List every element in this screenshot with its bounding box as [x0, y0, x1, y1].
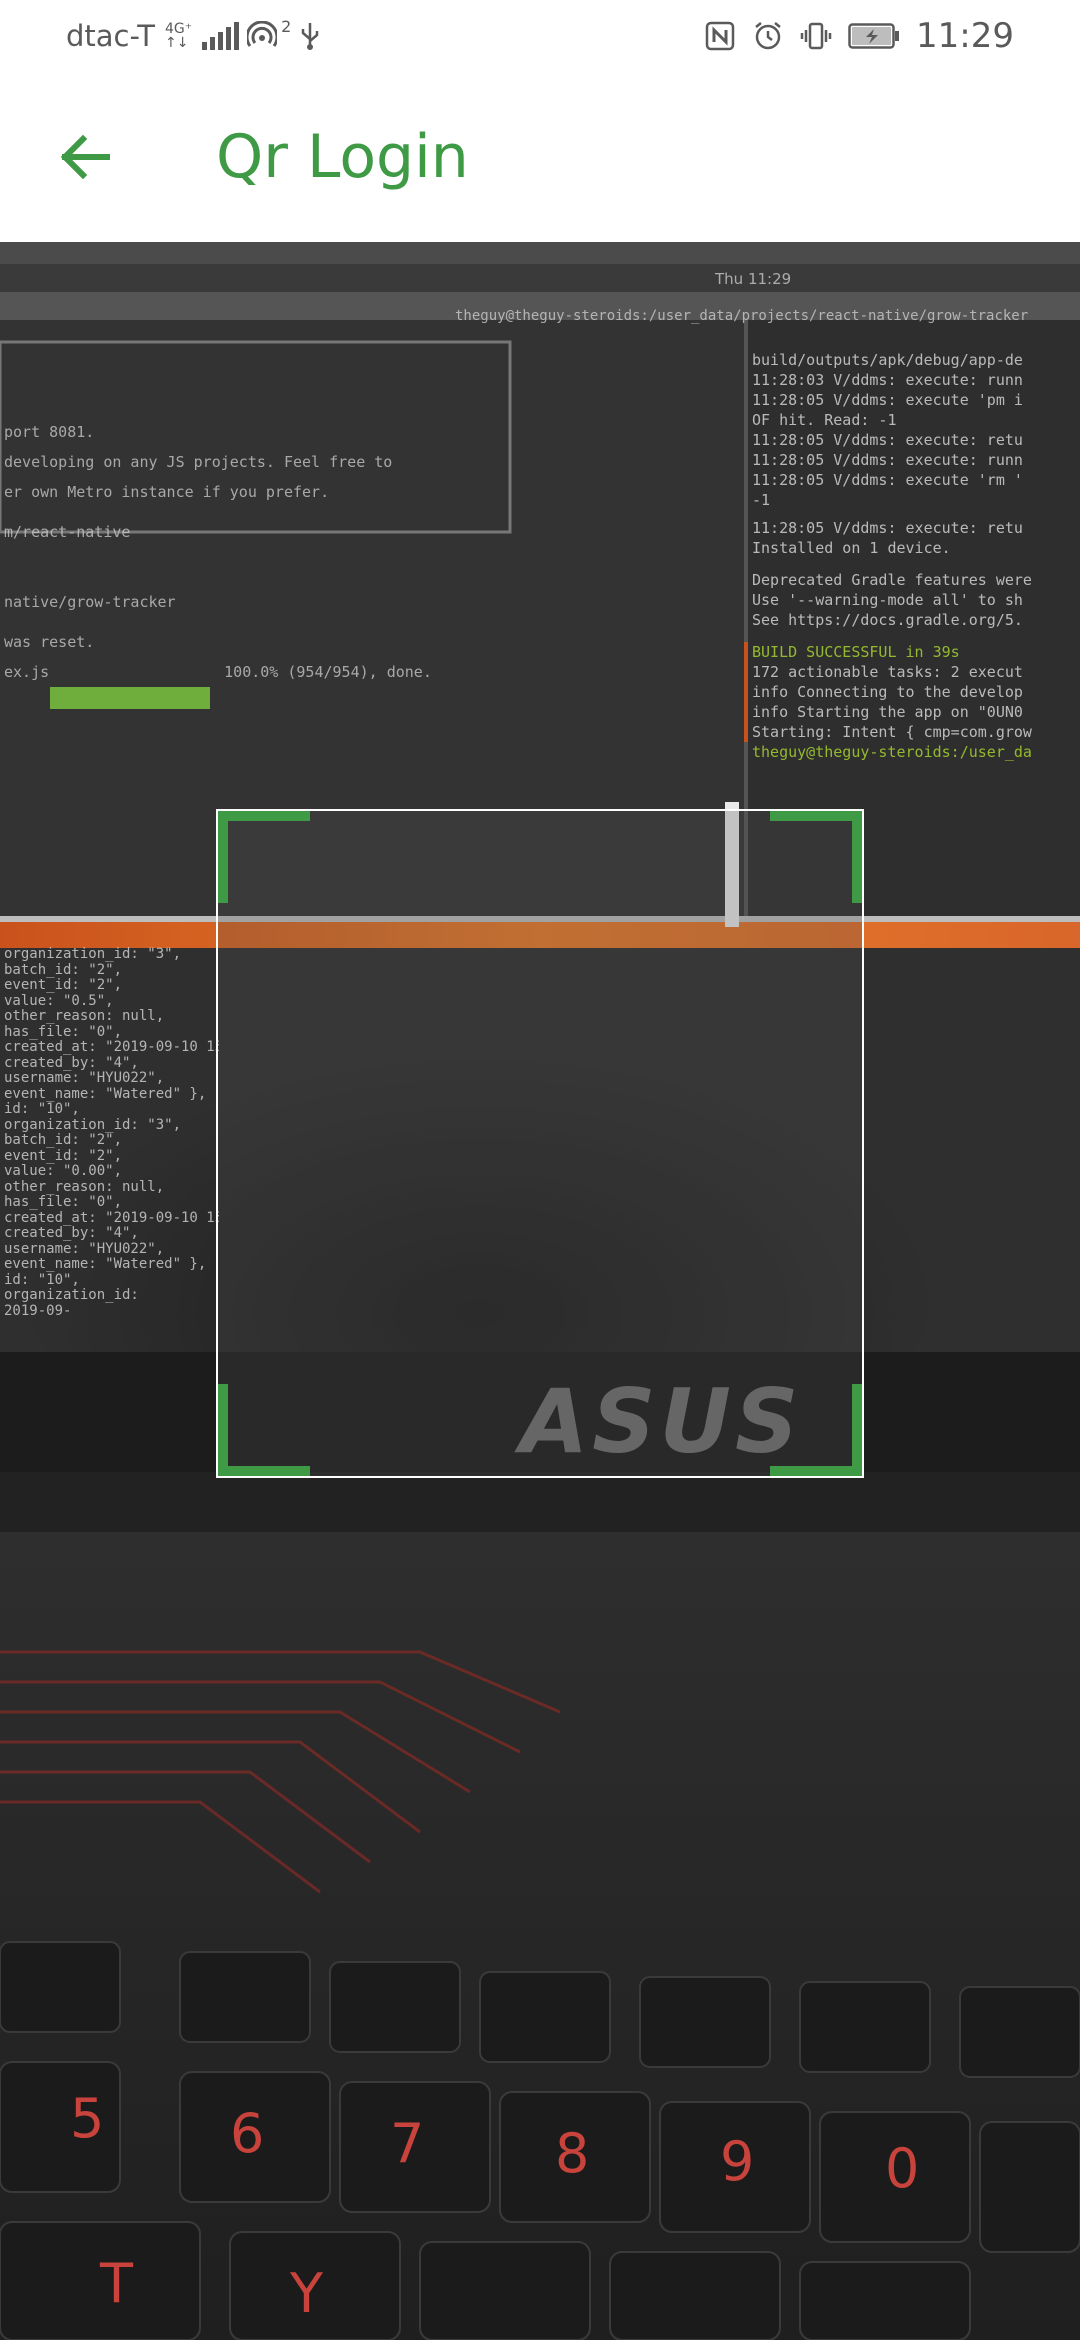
network-type: 4G⁺ ↑↓	[165, 21, 193, 51]
nfc-icon	[705, 21, 735, 51]
hotspot-count: 2	[281, 16, 292, 36]
scan-corner-top-right	[770, 811, 862, 903]
status-bar: dtac-T 4G⁺ ↑↓ 2 11:29	[0, 0, 1080, 72]
status-left: dtac-T 4G⁺ ↑↓ 2	[66, 14, 321, 58]
scan-corner-top-left	[218, 811, 310, 903]
signal-icon	[202, 22, 240, 50]
page-title: Qr Login	[216, 122, 469, 192]
carrier-name: dtac-T	[66, 19, 156, 53]
usb-icon	[302, 23, 319, 50]
arrow-left-icon[interactable]	[57, 129, 113, 185]
status-right: 11:29	[704, 14, 1014, 58]
back-button[interactable]	[46, 118, 124, 196]
scan-corner-bottom-right	[770, 1384, 862, 1476]
wifi-hotspot-icon	[247, 21, 278, 47]
qr-scan-frame	[216, 809, 864, 1478]
vibrate-icon	[800, 22, 832, 50]
battery-charging-icon	[848, 23, 900, 49]
app-bar: Qr Login	[0, 72, 1080, 242]
alarm-icon	[755, 22, 781, 50]
camera-preview: port 8081. developing on any JS projects…	[0, 242, 1080, 2340]
clock: 11:29	[916, 16, 1014, 56]
scan-corner-bottom-left	[218, 1384, 310, 1476]
